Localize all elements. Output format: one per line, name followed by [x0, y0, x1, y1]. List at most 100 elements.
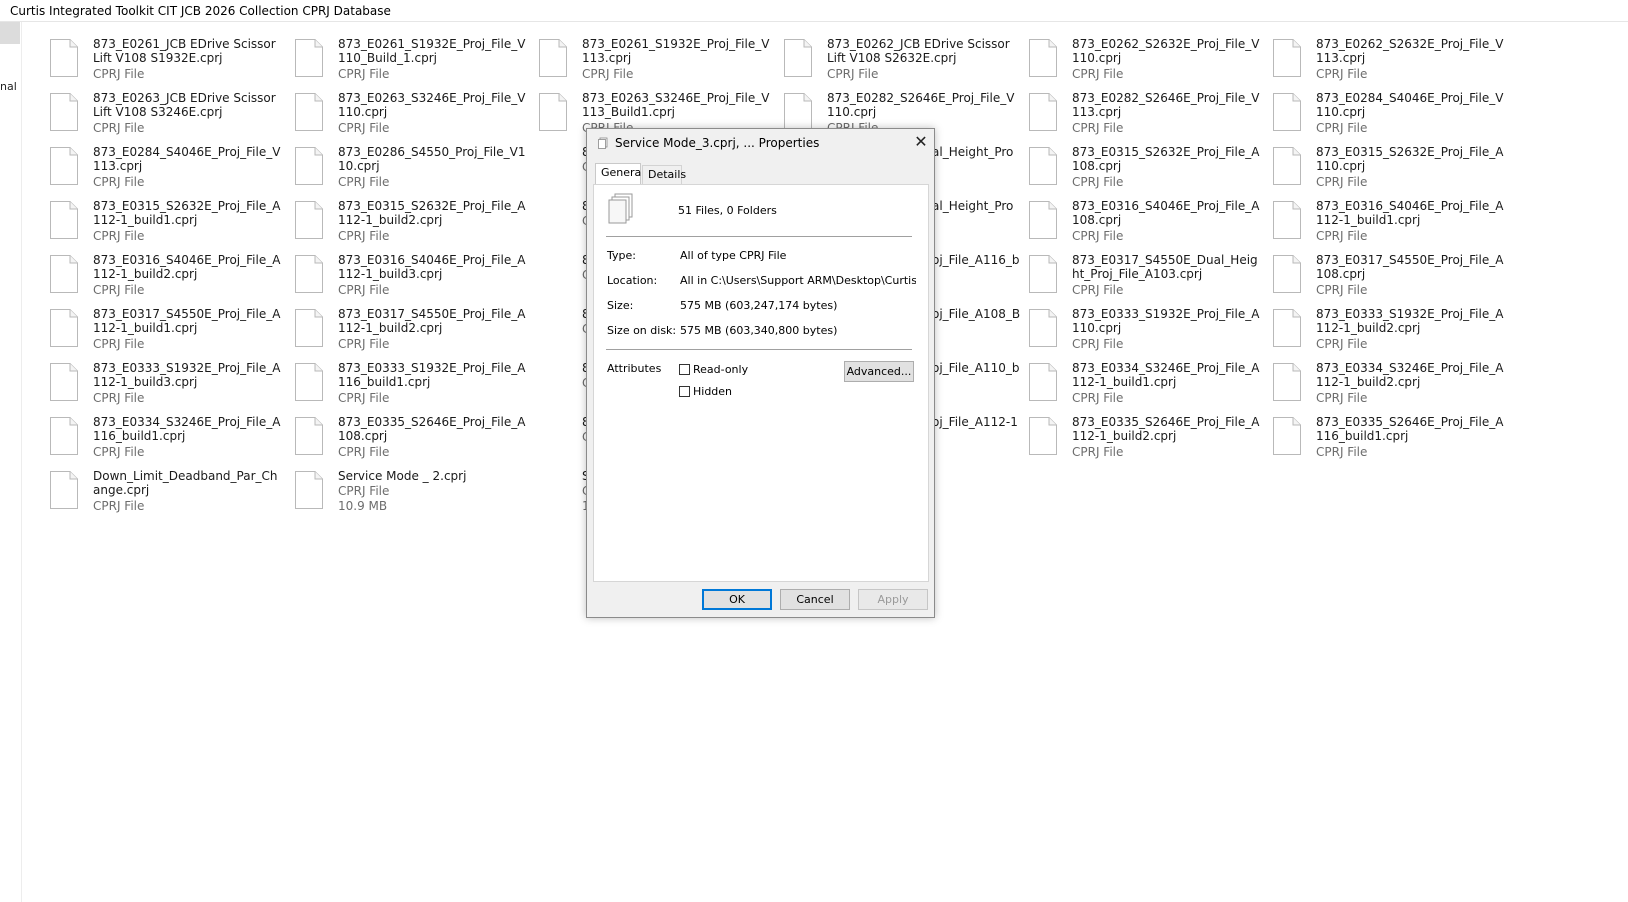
file-type: CPRJ File: [338, 175, 390, 189]
file-type: CPRJ File: [1316, 121, 1368, 135]
file-item[interactable]: 873_E0262_S2632E_Proj_File_V113.cprj CPRJ…: [1271, 37, 1511, 89]
file-item[interactable]: 873_E0335_S2646E_Proj_File_A112-1_build2…: [1027, 415, 1267, 467]
document-icon: [50, 363, 78, 401]
readonly-checkbox[interactable]: [679, 364, 690, 375]
document-icon: [295, 147, 323, 185]
file-name: 873_E0315_S2632E_Proj_File_A112-1_build1…: [93, 199, 281, 227]
file-item[interactable]: 873_E0284_S4046E_Proj_File_V113.cprj CPRJ…: [48, 145, 288, 197]
document-icon: [539, 39, 567, 77]
document-icon: [295, 363, 323, 401]
file-name: 873_E0282_S2646E_Proj_File_V110.cprj: [827, 91, 1015, 119]
file-type: CPRJ File: [1316, 175, 1368, 189]
file-item[interactable]: 873_E0284_S4046E_Proj_File_V110.cprj CPRJ…: [1271, 91, 1511, 143]
file-name: 873_E0317_S4550E_Dual_Height_Proj_File_A…: [1072, 253, 1258, 281]
file-type: CPRJ File: [93, 445, 145, 459]
separator: [606, 236, 912, 237]
document-icon: [1029, 93, 1057, 131]
hidden-checkbox[interactable]: [679, 386, 690, 397]
document-icon: [295, 417, 323, 455]
file-item[interactable]: 873_E0333_S1932E_Proj_File_A116_build1.c…: [293, 361, 533, 413]
file-type: CPRJ File: [1072, 175, 1124, 189]
tab-details[interactable]: Details: [642, 165, 686, 185]
file-name: 873_E0284_S4046E_Proj_File_V110.cprj: [1316, 91, 1504, 119]
document-icon: [50, 39, 78, 77]
properties-dialog: Service Mode_3.cprj, ... Properties ✕ Ge…: [586, 128, 935, 618]
file-name: 873_E0261_JCB EDrive Scissor Lift V108 S…: [93, 37, 276, 65]
file-item[interactable]: Down_Limit_Deadband_Par_Change.cprj CPRJ …: [48, 469, 288, 521]
file-item[interactable]: 873_E0334_S3246E_Proj_File_A112-1_build2…: [1271, 361, 1511, 413]
nav-selected-item[interactable]: [0, 22, 20, 44]
file-item[interactable]: 873_E0263_S3246E_Proj_File_V110.cprj CPRJ…: [293, 91, 533, 143]
file-name: 873_E0317_S4550E_Proj_File_A112-1_build2…: [338, 307, 526, 335]
file-item[interactable]: 873_E0262_S2632E_Proj_File_V110.cprj CPRJ…: [1027, 37, 1267, 89]
size-label: Size:: [607, 299, 634, 312]
file-item[interactable]: 873_E0315_S2632E_Proj_File_A112-1_build1…: [48, 199, 288, 251]
file-name: 873_E0316_S4046E_Proj_File_A112-1_build3…: [338, 253, 526, 281]
file-name: 873_E0286_S4550_Proj_File_V110.cprj: [338, 145, 526, 173]
file-type: CPRJ File: [582, 67, 634, 81]
file-item[interactable]: 873_E0317_S4550E_Proj_File_A108.cprj CPRJ…: [1271, 253, 1511, 305]
file-item[interactable]: 873_E0261_S1932E_Proj_File_V113.cprj CPRJ…: [537, 37, 777, 89]
file-item[interactable]: 873_E0261_JCB EDrive Scissor Lift V108 S…: [48, 37, 288, 89]
apply-button[interactable]: Apply: [858, 589, 928, 610]
file-item[interactable]: 873_E0335_S2646E_Proj_File_A116_build1.c…: [1271, 415, 1511, 467]
file-name: 873_E0315_S2632E_Proj_File_A112-1_build2…: [338, 199, 526, 227]
file-item[interactable]: 873_E0315_S2632E_Proj_File_A110.cprj CPRJ…: [1271, 145, 1511, 197]
window-titlebar: Curtis Integrated Toolkit CIT JCB 2026 C…: [0, 0, 1628, 22]
navigation-pane[interactable]: [0, 22, 22, 902]
document-icon: [50, 255, 78, 293]
advanced-button[interactable]: Advanced...: [844, 361, 914, 382]
file-type: CPRJ File: [1072, 337, 1124, 351]
file-type: CPRJ File: [93, 229, 145, 243]
file-item[interactable]: 873_E0262_JCB EDrive Scissor Lift V108 S…: [782, 37, 1022, 89]
ok-button[interactable]: OK: [702, 589, 772, 610]
close-icon[interactable]: ✕: [913, 134, 929, 150]
file-item[interactable]: 873_E0315_S2632E_Proj_File_A112-1_build2…: [293, 199, 533, 251]
document-icon: [295, 255, 323, 293]
separator: [606, 349, 912, 350]
file-type: CPRJ File: [338, 229, 390, 243]
file-type: CPRJ File: [338, 445, 390, 459]
file-item[interactable]: 873_E0333_S1932E_Proj_File_A112-1_build2…: [1271, 307, 1511, 359]
document-icon: [784, 93, 812, 131]
file-item[interactable]: 873_E0317_S4550E_Dual_Height_Proj_File_A…: [1027, 253, 1267, 305]
file-type: CPRJ File: [1316, 391, 1368, 405]
file-item[interactable]: 873_E0263_JCB EDrive Scissor Lift V108 S…: [48, 91, 288, 143]
file-type: CPRJ File: [93, 67, 145, 81]
selection-summary: 51 Files, 0 Folders: [678, 204, 777, 217]
file-item[interactable]: 873_E0316_S4046E_Proj_File_A112-1_build1…: [1271, 199, 1511, 251]
file-name: 873_E0335_S2646E_Proj_File_A108.cprj: [338, 415, 526, 443]
cancel-button[interactable]: Cancel: [780, 589, 850, 610]
file-type: CPRJ File: [93, 175, 145, 189]
file-item[interactable]: 873_E0317_S4550E_Proj_File_A112-1_build1…: [48, 307, 288, 359]
file-item[interactable]: 873_E0333_S1932E_Proj_File_A112-1_build3…: [48, 361, 288, 413]
document-icon: [50, 93, 78, 131]
file-item[interactable]: 873_E0333_S1932E_Proj_File_A110.cprj CPRJ…: [1027, 307, 1267, 359]
file-item[interactable]: 873_E0316_S4046E_Proj_File_A112-1_build3…: [293, 253, 533, 305]
file-item[interactable]: Service Mode _ 2.cprj CPRJ File 10.9 MB: [293, 469, 533, 521]
readonly-label[interactable]: Read-only: [693, 363, 748, 376]
file-name: 873_E0333_S1932E_Proj_File_A112-1_build2…: [1316, 307, 1504, 335]
file-type: CPRJ File: [93, 337, 145, 351]
file-item[interactable]: 873_E0316_S4046E_Proj_File_A112-1_build2…: [48, 253, 288, 305]
file-name: 873_E0263_S3246E_Proj_File_V113_Build1.c…: [582, 91, 770, 119]
file-item[interactable]: 873_E0335_S2646E_Proj_File_A108.cprj CPRJ…: [293, 415, 533, 467]
multiple-files-icon: [608, 193, 633, 224]
file-item[interactable]: 873_E0334_S3246E_Proj_File_A116_build1.c…: [48, 415, 288, 467]
file-name: 873_E0334_S3246E_Proj_File_A112-1_build2…: [1316, 361, 1504, 389]
hidden-label[interactable]: Hidden: [693, 385, 732, 398]
file-type: CPRJ File: [338, 283, 390, 297]
tab-general[interactable]: General: [595, 163, 644, 185]
file-item[interactable]: 873_E0316_S4046E_Proj_File_A108.cprj CPRJ…: [1027, 199, 1267, 251]
file-item[interactable]: 873_E0261_S1932E_Proj_File_V110_Build_1.…: [293, 37, 533, 89]
file-name: 873_E0282_S2646E_Proj_File_V113.cprj: [1072, 91, 1260, 119]
file-item[interactable]: 873_E0317_S4550E_Proj_File_A112-1_build2…: [293, 307, 533, 359]
document-icon: [1029, 39, 1057, 77]
document-icon: [295, 201, 323, 239]
file-item[interactable]: 873_E0315_S2632E_Proj_File_A108.cprj CPRJ…: [1027, 145, 1267, 197]
file-item[interactable]: 873_E0286_S4550_Proj_File_V110.cprj CPRJ …: [293, 145, 533, 197]
nav-item-label[interactable]: nal: [0, 80, 17, 93]
file-item[interactable]: 873_E0334_S3246E_Proj_File_A112-1_build1…: [1027, 361, 1267, 413]
file-name: 873_E0263_S3246E_Proj_File_V110.cprj: [338, 91, 526, 119]
file-item[interactable]: 873_E0282_S2646E_Proj_File_V113.cprj CPRJ…: [1027, 91, 1267, 143]
